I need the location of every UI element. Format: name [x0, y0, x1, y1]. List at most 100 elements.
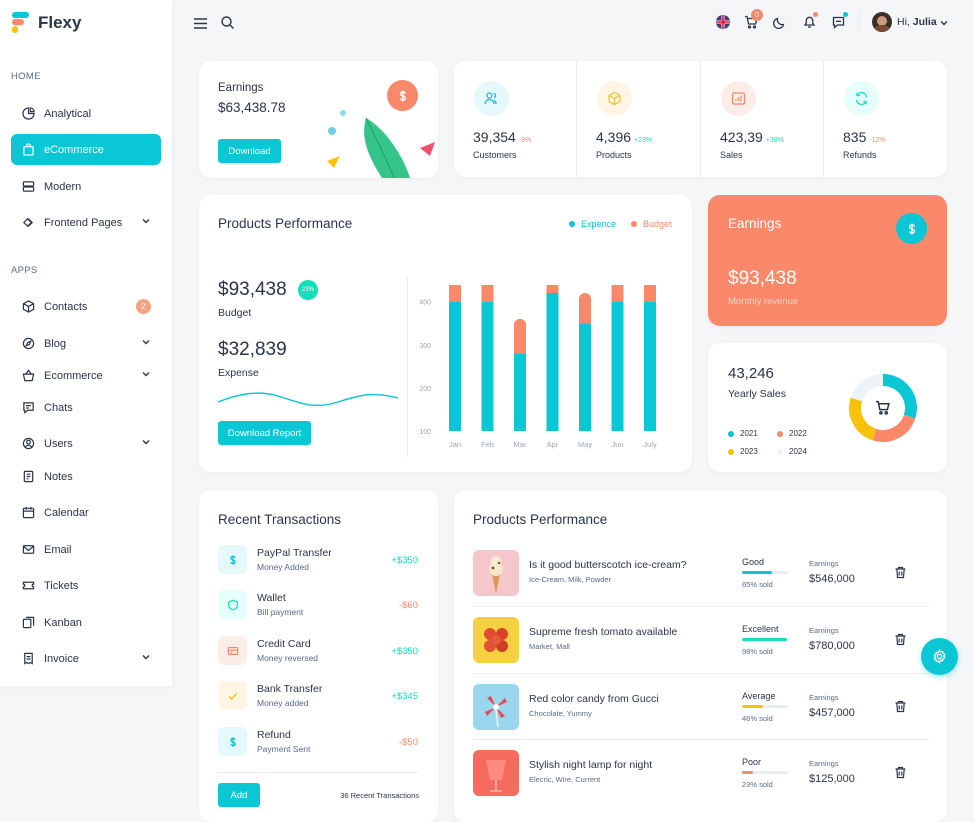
download-report-button[interactable]: Download Report	[218, 421, 311, 445]
download-button[interactable]: Download	[218, 139, 281, 163]
avatar[interactable]	[872, 12, 892, 32]
sidebar-item-kanban[interactable]: Kanban	[11, 607, 161, 638]
bar-budget[interactable]	[579, 293, 591, 324]
donut-slice-2023[interactable]	[849, 397, 877, 441]
transaction-title: PayPal Transfer	[257, 547, 332, 559]
transaction-row[interactable]: Bank Transfer Money added +$345	[218, 681, 418, 713]
transaction-row[interactable]: Wallet Bill payment -$60	[218, 590, 418, 622]
product-image	[473, 750, 519, 796]
bar-expence[interactable]	[546, 293, 559, 431]
search-icon[interactable]	[220, 15, 234, 29]
shield-icon	[218, 590, 247, 619]
bell-icon[interactable]	[802, 15, 816, 29]
section-label-apps: APPS	[11, 265, 38, 276]
y-tick-label: 100	[419, 429, 431, 436]
uk-flag-icon[interactable]	[716, 15, 730, 29]
budget-badge: 23%	[298, 280, 318, 300]
bar-budget[interactable]	[514, 318, 526, 354]
sidebar-item-blog[interactable]: Blog	[11, 328, 161, 359]
sidebar-item-analytical[interactable]: Analytical	[11, 98, 161, 129]
legend-2021: 2021	[728, 429, 758, 438]
bar-expence[interactable]	[481, 301, 494, 431]
products-table-card: Products Performance Is it good buttersc…	[454, 490, 947, 822]
user-greeting[interactable]: Hi, Julia	[897, 16, 937, 28]
earnings-revenue-card: Earnings $93,438 Monthly revenue	[708, 195, 947, 326]
mail-icon	[21, 543, 35, 557]
monthly-revenue-label: Monthly revenue	[728, 296, 799, 307]
check-icon	[218, 681, 247, 710]
bar-expence[interactable]	[449, 301, 461, 431]
chevron-down-icon	[142, 440, 150, 445]
bar-budget[interactable]	[546, 285, 559, 293]
basket-icon	[21, 369, 35, 383]
moon-icon[interactable]	[772, 15, 786, 29]
sidebar-item-ecommerce-app[interactable]: Ecommerce	[11, 360, 161, 391]
cart-count-badge: 0	[751, 9, 763, 21]
stats-card: 39,354 -9% Customers 4,396 +23% Products 4…	[454, 61, 947, 177]
card-title: Products Performance	[218, 216, 353, 231]
chevron-down-icon[interactable]	[939, 18, 949, 28]
earnings-value: $125,000	[809, 773, 855, 785]
sidebar-item-label: Frontend Pages	[44, 216, 123, 229]
yearly-sales-value: 43,246	[728, 365, 774, 382]
menu-icon[interactable]	[193, 16, 207, 30]
row-divider	[473, 739, 929, 740]
sidebar-item-invoice[interactable]: Invoice	[11, 643, 161, 674]
transaction-row[interactable]: PayPal Transfer Money Added +$350	[218, 545, 418, 577]
sidebar-item-ecommerce[interactable]: eCommerce	[11, 134, 161, 165]
y-tick-label: 400	[419, 300, 431, 307]
stat-label: Refunds	[843, 150, 877, 160]
settings-fab-button[interactable]	[921, 638, 958, 675]
earnings-label: Earnings	[809, 693, 839, 702]
stat-products: 4,396 +23% Products	[577, 61, 700, 177]
bar-budget[interactable]	[449, 285, 461, 302]
donut-slice-2022[interactable]	[872, 414, 916, 442]
sidebar-item-label: Users	[44, 437, 73, 450]
sidebar-item-tickets[interactable]: Tickets	[11, 570, 161, 601]
users-icon	[474, 81, 509, 116]
bar-expence[interactable]	[514, 353, 526, 431]
sold-progress-bar	[742, 705, 788, 708]
bar-budget[interactable]	[611, 285, 624, 302]
transaction-row[interactable]: Refund Payment Sent -$50	[218, 727, 418, 759]
trash-icon[interactable]	[894, 700, 907, 713]
sidebar-item-contacts[interactable]: Contacts 2	[11, 291, 161, 322]
transaction-title: Refund	[257, 729, 291, 741]
transaction-row[interactable]: Credit Card Money reversed +$350	[218, 636, 418, 668]
bar-expence[interactable]	[644, 301, 656, 431]
chevron-down-icon	[142, 219, 150, 224]
flexy-logo-icon	[12, 12, 29, 33]
legend-expence: Expence	[569, 219, 616, 229]
bar-chart: 100 200 300 400 Jan Feb Mar Apr May Jun July	[419, 285, 657, 449]
stat-label: Customers	[473, 150, 517, 160]
message-icon	[21, 401, 35, 415]
dollar-icon	[218, 545, 247, 574]
product-row[interactable]: Supreme fresh tomato available Market, M…	[473, 615, 929, 681]
chat-icon[interactable]	[831, 15, 845, 29]
add-button[interactable]: Add	[218, 783, 260, 807]
donut-slice-2024[interactable]	[850, 374, 884, 402]
trash-icon[interactable]	[894, 633, 907, 646]
brand-logo[interactable]: Flexy	[12, 12, 81, 33]
product-status: Poor	[742, 757, 762, 767]
trash-icon[interactable]	[894, 566, 907, 579]
sidebar-item-calendar[interactable]: Calendar	[11, 497, 161, 528]
bar-expence[interactable]	[579, 323, 591, 431]
bar-budget[interactable]	[481, 285, 494, 302]
sidebar-item-chats[interactable]: Chats	[11, 392, 161, 423]
section-label-home: HOME	[11, 71, 41, 82]
bar-expence[interactable]	[611, 301, 624, 431]
sidebar-item-frontend-pages[interactable]: Frontend Pages	[11, 207, 161, 238]
card-title: Products Performance	[473, 512, 608, 527]
sold-percent: 65% sold	[742, 580, 773, 589]
bar-budget[interactable]	[644, 285, 656, 302]
product-row[interactable]: Stylish night lamp for night Elecric, Wi…	[473, 748, 929, 814]
trash-icon[interactable]	[894, 766, 907, 779]
sidebar-item-modern[interactable]: Modern	[11, 171, 161, 202]
sidebar-item-users[interactable]: Users	[11, 428, 161, 459]
product-row[interactable]: Is it good butterscotch ice-cream? Ice-C…	[473, 548, 929, 614]
leaf-illustration	[327, 110, 435, 178]
sidebar-item-email[interactable]: Email	[11, 534, 161, 565]
yearly-sales-card: 43,246 Yearly Sales 2021 2022 2023 2024	[708, 343, 947, 472]
sidebar-item-notes[interactable]: Notes	[11, 461, 161, 492]
